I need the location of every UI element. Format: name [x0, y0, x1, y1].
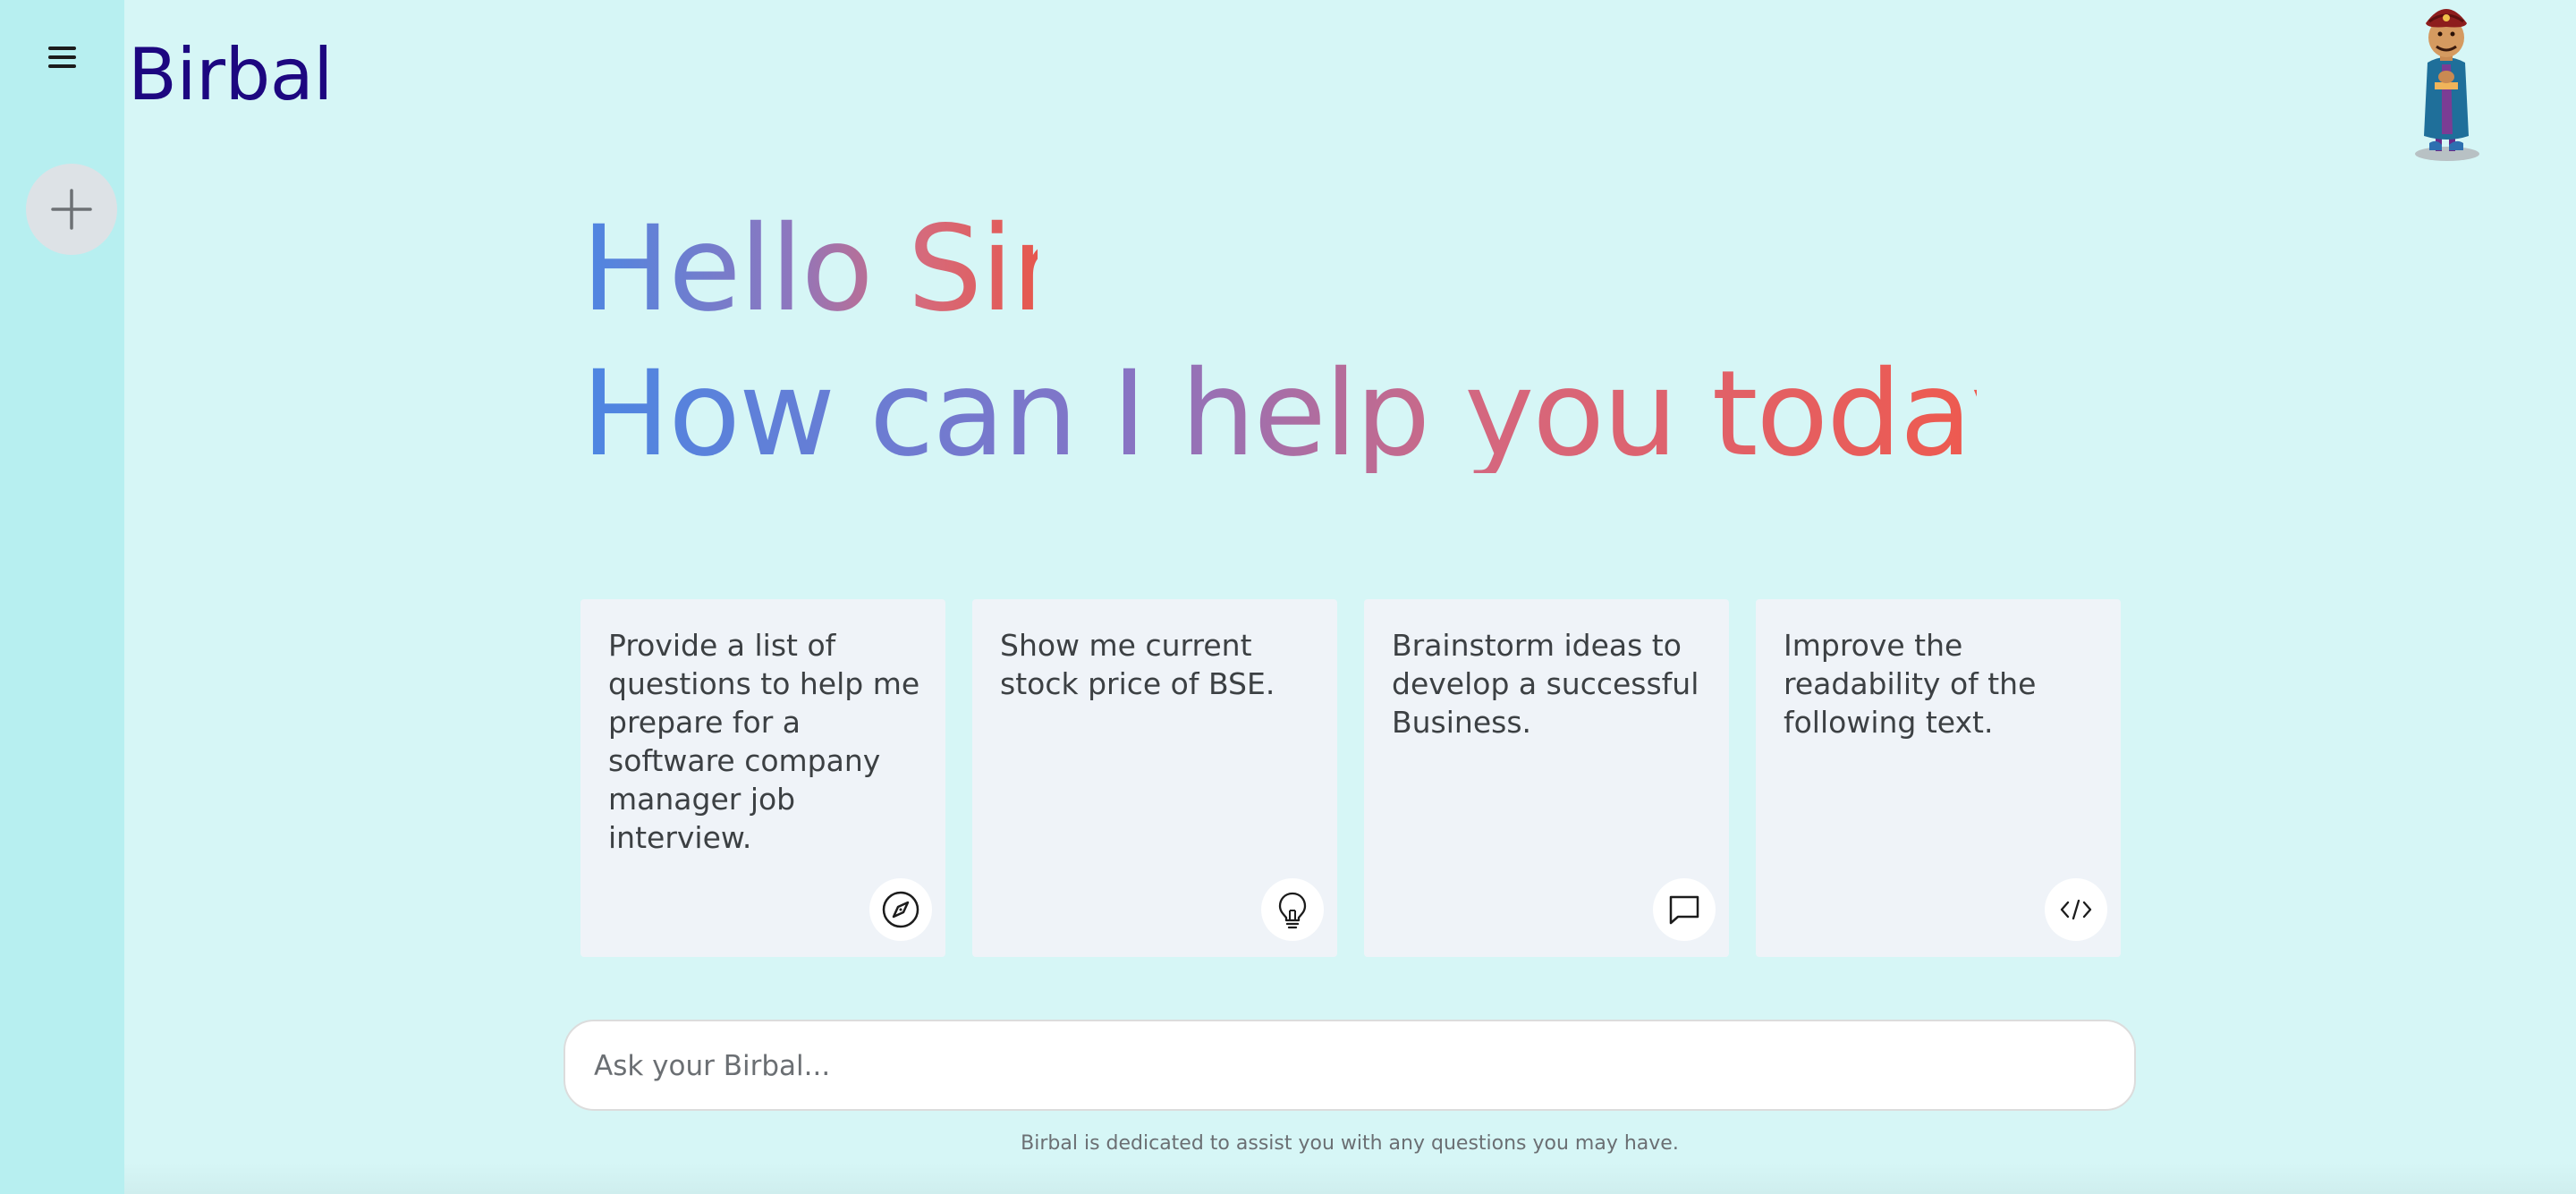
new-chat-button[interactable] — [26, 164, 117, 255]
suggestion-text: Improve the readability of the following… — [1784, 628, 2037, 740]
prompt-input[interactable] — [592, 1021, 2098, 1111]
code-icon — [2045, 878, 2107, 941]
prompt-box — [564, 1020, 2136, 1111]
greeting-line-1: Hello Sir, — [581, 200, 1096, 338]
suggestion-card-readability[interactable]: Improve the readability of the following… — [1756, 599, 2121, 957]
suggestion-text: Brainstorm ideas to develop a successful… — [1392, 628, 1699, 740]
suggestion-text: Provide a list of questions to help me p… — [608, 628, 920, 855]
suggestion-cards: Provide a list of questions to help me p… — [580, 599, 2121, 957]
footer-note: Birbal is dedicated to assist you with a… — [1021, 1132, 1679, 1155]
compass-icon — [869, 878, 932, 941]
suggestion-text: Show me current stock price of BSE. — [1000, 628, 1275, 701]
suggestion-card-business[interactable]: Brainstorm ideas to develop a successful… — [1364, 599, 1729, 957]
greeting: Hello Sir, How can I help you today..? — [581, 200, 2156, 483]
brand-title: Birbal — [128, 33, 334, 116]
birbal-avatar — [2415, 9, 2479, 161]
suggestion-card-stock[interactable]: Show me current stock price of BSE. — [972, 599, 1337, 957]
chat-bubble-icon — [1653, 878, 1716, 941]
greeting-line-2: How can I help you today..? — [581, 345, 2156, 483]
lightbulb-icon — [1261, 878, 1324, 941]
hamburger-menu-icon[interactable] — [45, 45, 80, 72]
plus-icon — [51, 189, 92, 230]
bottom-shade — [124, 1163, 2576, 1194]
sidebar — [0, 0, 124, 1194]
suggestion-card-interview[interactable]: Provide a list of questions to help me p… — [580, 599, 945, 957]
